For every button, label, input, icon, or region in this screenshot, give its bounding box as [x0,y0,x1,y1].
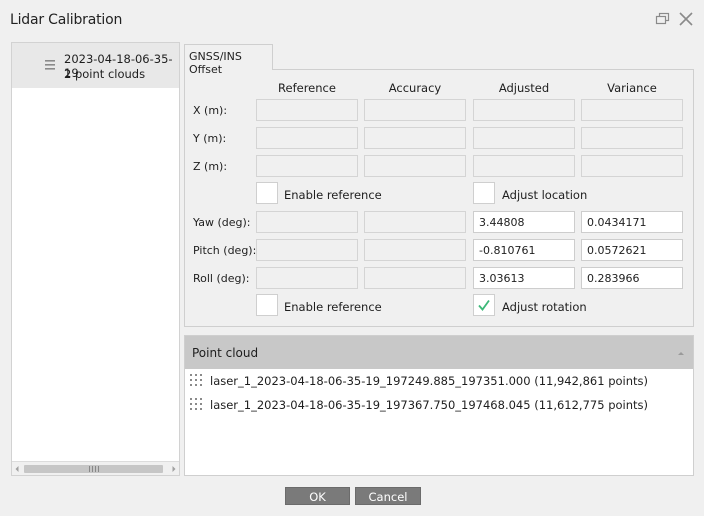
roll-accuracy-field [364,267,466,289]
close-icon [679,12,693,26]
restore-icon [655,12,670,25]
scroll-right-icon[interactable] [170,465,178,473]
point-cloud-panel: Point cloud laser_1_2023-04-18-06-35-19_… [184,335,694,476]
drag-handle-icon[interactable] [45,59,55,71]
y-variance-field [581,127,683,149]
point-cloud-header-label: Point cloud [192,346,259,360]
yaw-variance-field[interactable]: 0.0434171 [581,211,683,233]
point-cloud-item[interactable]: laser_1_2023-04-18-06-35-19_197249.885_1… [189,371,689,391]
adjust-location-label: Adjust location [502,188,588,202]
cancel-button[interactable]: Cancel [355,487,421,505]
column-header-accuracy: Accuracy [388,81,442,95]
z-accuracy-field [364,155,466,177]
session-item[interactable]: 2023-04-18-06-35-19 2 point clouds [12,43,179,88]
yaw-accuracy-field [364,211,466,233]
session-subtitle: 2 point clouds [64,67,146,81]
x-accuracy-field [364,99,466,121]
pitch-reference-field [256,239,358,261]
enable-reference-location-checkbox[interactable] [256,182,278,204]
roll-variance-field[interactable]: 0.283966 [581,267,683,289]
drag-grip-icon[interactable] [189,397,203,411]
gnss-ins-offset-panel: Reference Accuracy Adjusted Variance X (… [184,69,694,327]
yaw-adjusted-field[interactable]: 3.44808 [473,211,575,233]
close-window-button[interactable] [677,10,695,28]
roll-reference-field [256,267,358,289]
session-list: 2023-04-18-06-35-19 2 point clouds [11,42,180,476]
row-label-yaw: Yaw (deg): [193,216,251,229]
scroll-left-icon[interactable] [13,465,21,473]
x-variance-field [581,99,683,121]
y-adjusted-field [473,127,575,149]
ok-button[interactable]: OK [285,487,350,505]
roll-adjusted-field[interactable]: 3.03613 [473,267,575,289]
pitch-adjusted-field[interactable]: -0.810761 [473,239,575,261]
point-cloud-item-label: laser_1_2023-04-18-06-35-19_197249.885_1… [210,374,648,388]
x-reference-field [256,99,358,121]
pitch-variance-field[interactable]: 0.0572621 [581,239,683,261]
y-accuracy-field [364,127,466,149]
enable-reference-rotation-label: Enable reference [284,300,382,314]
point-cloud-item[interactable]: laser_1_2023-04-18-06-35-19_197367.750_1… [189,395,689,415]
restore-window-button[interactable] [654,10,672,28]
y-reference-field [256,127,358,149]
x-adjusted-field [473,99,575,121]
adjust-rotation-label: Adjust rotation [502,300,587,314]
z-variance-field [581,155,683,177]
enable-reference-location-label: Enable reference [284,188,382,202]
checkmark-icon [478,299,490,311]
row-label-y: Y (m): [193,132,227,145]
point-cloud-item-label: laser_1_2023-04-18-06-35-19_197367.750_1… [210,398,648,412]
column-header-variance: Variance [607,81,657,95]
tab-gnss-ins-offset[interactable]: GNSS/INS Offset [184,44,273,76]
scroll-grip-icon [89,466,99,472]
scrollbar-thumb[interactable] [24,465,163,473]
z-adjusted-field [473,155,575,177]
point-cloud-header[interactable]: Point cloud [185,336,693,369]
window-title: Lidar Calibration [10,12,123,28]
z-reference-field [256,155,358,177]
column-header-reference: Reference [278,81,336,95]
column-header-adjusted: Adjusted [498,81,550,95]
adjust-location-checkbox[interactable] [473,182,495,204]
collapse-icon[interactable] [677,350,685,356]
row-label-z: Z (m): [193,160,228,173]
enable-reference-rotation-checkbox[interactable] [256,294,278,316]
row-label-pitch: Pitch (deg): [193,244,257,257]
row-label-roll: Roll (deg): [193,272,250,285]
row-label-x: X (m): [193,104,228,117]
yaw-reference-field [256,211,358,233]
adjust-rotation-checkbox[interactable] [473,294,495,316]
horizontal-scrollbar[interactable] [12,461,179,475]
drag-grip-icon[interactable] [189,373,203,387]
pitch-accuracy-field [364,239,466,261]
